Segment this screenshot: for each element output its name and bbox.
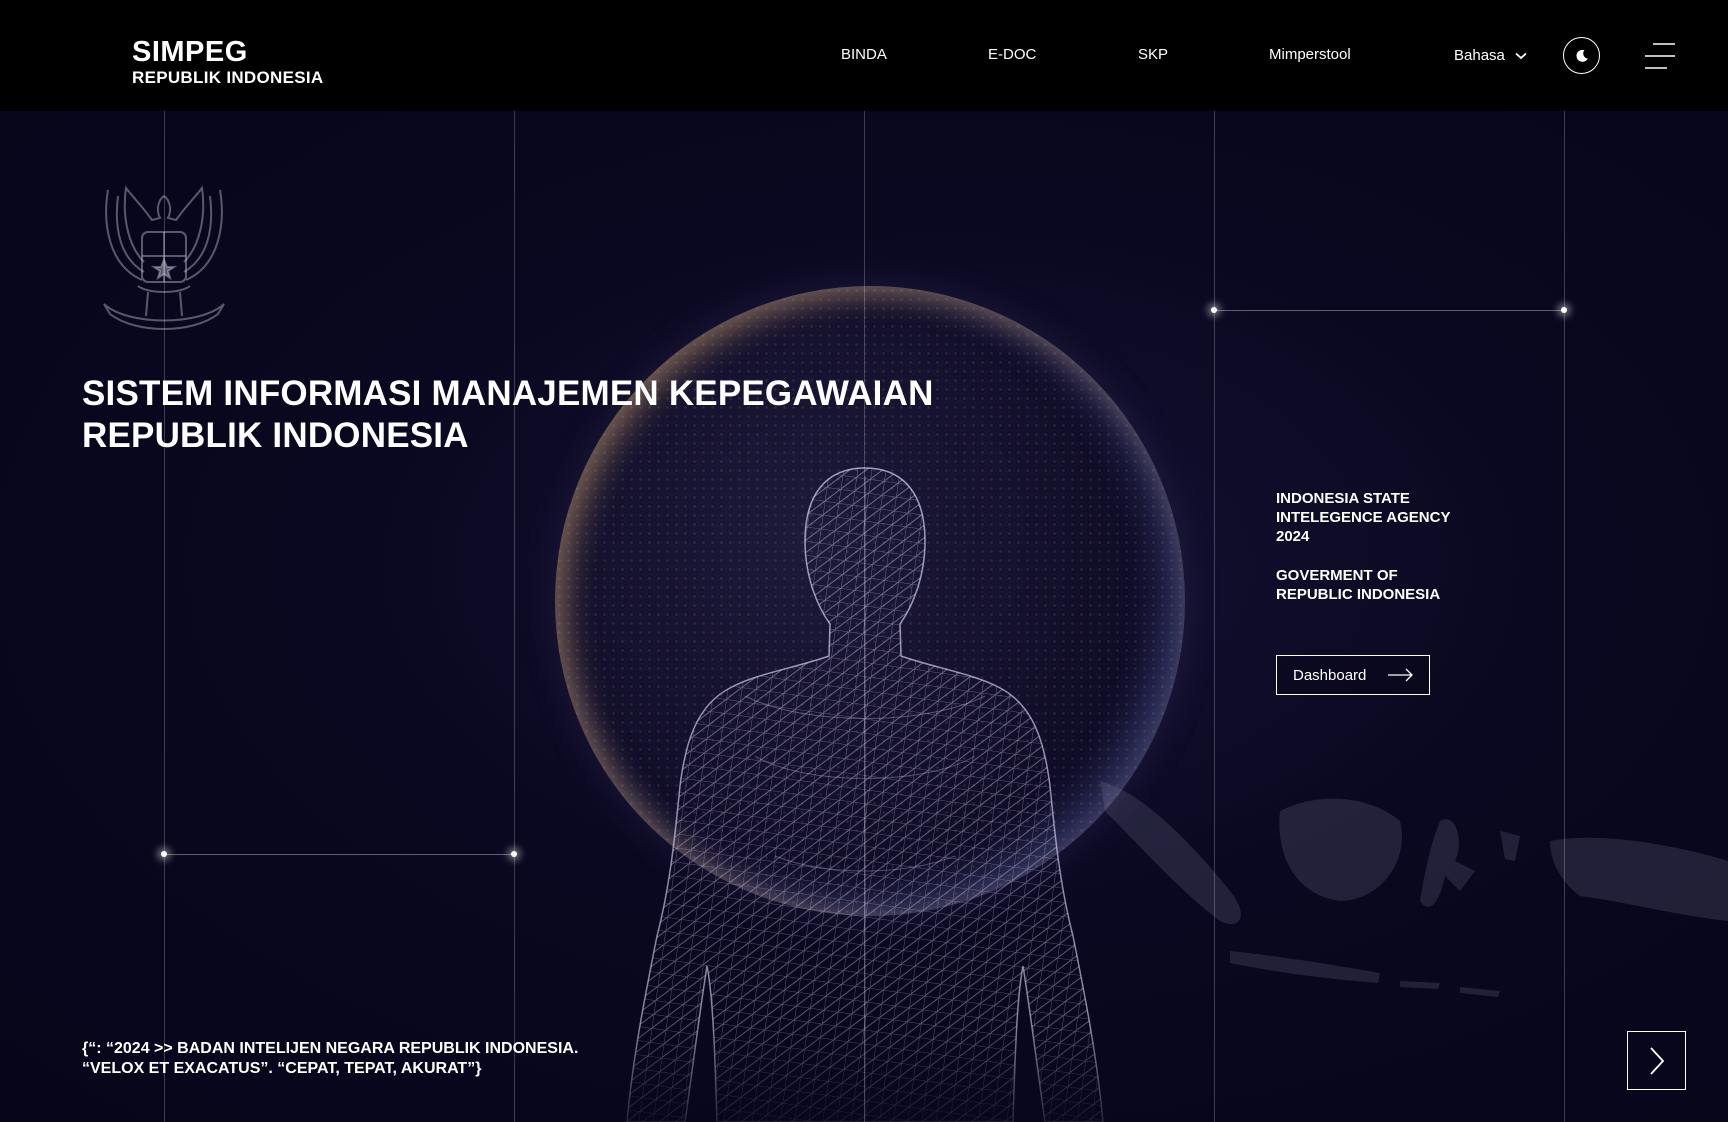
agency-line: INTELEGENCE AGENCY (1276, 509, 1451, 526)
motto-quote: {“: “2024 >> BADAN INTELIJEN NEGARA REPU… (82, 1039, 578, 1079)
hero-title-line: REPUBLIK INDONESIA (82, 416, 469, 455)
hero-title: SISTEM INFORMASI MANAJEMEN KEPEGAWAIAN R… (82, 373, 982, 457)
dashboard-button[interactable]: Dashboard (1276, 655, 1430, 695)
government-line: REPUBLIC INDONESIA (1276, 586, 1441, 603)
wireframe-human-figure (626, 467, 1104, 1122)
government-line: GOVERMENT OF (1276, 567, 1398, 584)
hero-section: SISTEM INFORMASI MANAJEMEN KEPEGAWAIAN R… (0, 111, 1728, 1122)
agency-line: INDONESIA STATE (1276, 490, 1410, 507)
grid-node-dot (511, 851, 517, 857)
garuda-emblem-icon (103, 185, 225, 330)
brand-subtitle: REPUBLIK INDONESIA (132, 68, 324, 87)
motto-line: “VELOX ET EXACATUS”. “CEPAT, TEPAT, AKUR… (82, 1060, 482, 1077)
grid-line (1214, 111, 1215, 1122)
chevron-down-icon (1515, 52, 1527, 59)
chevron-right-icon (1649, 1046, 1664, 1075)
grid-node-dot (161, 851, 167, 857)
agency-info: INDONESIA STATE INTELEGENCE AGENCY 2024 (1276, 489, 1476, 546)
grid-line (514, 111, 515, 1122)
top-header: SIMPEG REPUBLIK INDONESIA BINDA E-DOC SK… (0, 0, 1728, 111)
hero-title-line: SISTEM INFORMASI MANAJEMEN KEPEGAWAIAN (82, 374, 934, 413)
next-slide-button[interactable] (1627, 1031, 1686, 1090)
grid-line-horizontal (164, 854, 514, 855)
grid-line (1564, 111, 1565, 1122)
grid-line (864, 111, 865, 1122)
government-info: GOVERMENT OF REPUBLIC INDONESIA (1276, 566, 1476, 604)
nav-item-binda[interactable]: BINDA (841, 46, 887, 63)
language-label: Bahasa (1454, 47, 1505, 64)
nav-item-mimperstool[interactable]: Mimperstool (1269, 46, 1351, 63)
hamburger-menu-button[interactable] (1645, 42, 1675, 70)
brand[interactable]: SIMPEG REPUBLIK INDONESIA (132, 36, 323, 88)
dashboard-button-label: Dashboard (1293, 666, 1367, 684)
nav-item-e-doc[interactable]: E-DOC (988, 46, 1036, 63)
motto-line: {“: “2024 >> BADAN INTELIJEN NEGARA REPU… (82, 1040, 579, 1057)
hamburger-menu-icon (1645, 43, 1675, 69)
theme-toggle-button[interactable] (1563, 37, 1600, 74)
grid-node-dot (1211, 307, 1217, 313)
indonesia-map-illustration (1100, 781, 1728, 997)
language-select[interactable]: Bahasa (1454, 47, 1527, 64)
nav-item-skp[interactable]: SKP (1138, 46, 1168, 63)
brand-title: SIMPEG (132, 36, 248, 68)
agency-line: 2024 (1276, 528, 1310, 545)
grid-node-dot (1561, 307, 1567, 313)
grid-line-horizontal (1214, 310, 1564, 311)
moon-icon (1575, 49, 1588, 62)
arrow-right-icon (1388, 668, 1414, 682)
